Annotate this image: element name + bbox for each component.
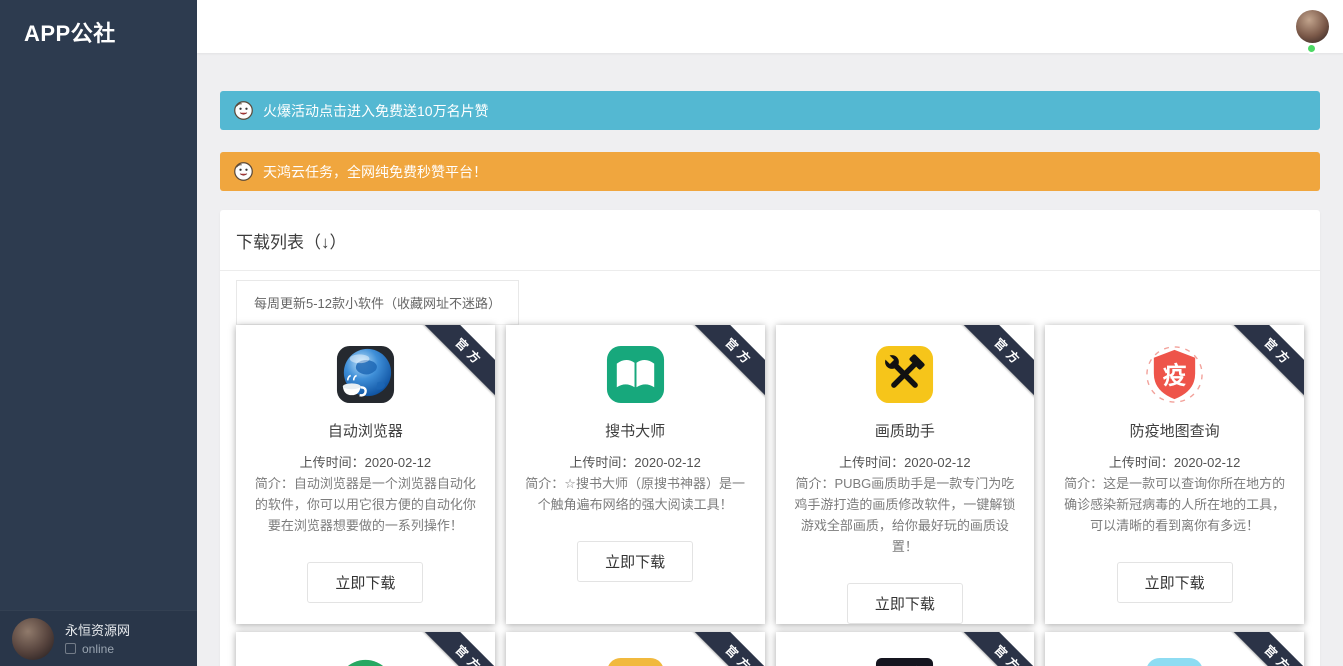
- dark-photo-icon: [873, 655, 936, 666]
- app-card: 官方 搜书大师 上传时间：2020-02-12 简介：☆搜书大师（原搜书神器）是…: [506, 325, 765, 624]
- amber-app-icon: [604, 655, 667, 666]
- green-circle-icon: [334, 655, 397, 666]
- app-name: 画质助手: [875, 420, 935, 441]
- blue-clouds-icon: [1143, 655, 1206, 666]
- notice-banner-orange[interactable]: 天鸿云任务，全网纯免费秒赞平台！: [220, 152, 1320, 191]
- status-label: online: [82, 642, 114, 656]
- app-description: 简介：自动浏览器是一个浏览器自动化的软件，你可以用它很方便的自动化你要在浏览器想…: [248, 473, 483, 536]
- app-card: 官方 疫 防疫地图查询 上传时间：2020-02-12 简介：这是一款可以查询你…: [1045, 325, 1304, 624]
- app-card: 官方: [776, 632, 1035, 666]
- app-card-grid: 官方 自动浏览器 上传时间：2020-02-12 简介：自动浏览器是一个浏览器自…: [236, 325, 1304, 624]
- green-book-icon: [604, 343, 667, 406]
- notice-banner-blue[interactable]: 火爆活动点击进入免费送10万名片赞: [220, 91, 1320, 130]
- official-ribbon: 官方: [416, 632, 494, 666]
- top-header: [197, 0, 1343, 53]
- app-card-grid-row2: 官方 官方 官方 官方: [236, 632, 1304, 666]
- download-button[interactable]: 立即下载: [577, 541, 693, 582]
- sidebar-user-footer[interactable]: 永恒资源网 online: [0, 610, 197, 666]
- app-upload-time: 上传时间：2020-02-12: [569, 452, 701, 471]
- content: 火爆活动点击进入免费送10万名片赞 天鸿云任务，全网纯免费秒赞平台！ 下载列表（…: [197, 53, 1343, 666]
- announce-sticker-icon: [233, 161, 254, 182]
- main-area: 火爆活动点击进入免费送10万名片赞 天鸿云任务，全网纯免费秒赞平台！ 下载列表（…: [197, 0, 1343, 666]
- app-description: 简介：PUBG画质助手是一款专门为吃鸡手游打造的画质修改软件，一键解锁游戏全部画…: [788, 473, 1023, 557]
- official-ribbon: 官方: [956, 325, 1034, 402]
- download-button[interactable]: 立即下载: [307, 562, 423, 603]
- svg-text:疫: 疫: [1163, 361, 1187, 389]
- sidebar: APP公社 永恒资源网 online: [0, 0, 197, 666]
- user-avatar[interactable]: [12, 618, 54, 660]
- official-ribbon: 官方: [686, 325, 764, 402]
- app-name: 防疫地图查询: [1130, 420, 1220, 441]
- app-card: 官方: [236, 632, 495, 666]
- app-card: 官方 画质助手 上传时间：2020-02-12 简介：PUBG画质助手是一款专门…: [776, 325, 1035, 624]
- panel-title: 下载列表（↓）: [220, 210, 1320, 271]
- banner-text: 天鸿云任务，全网纯免费秒赞平台！: [263, 162, 487, 182]
- app-upload-time: 上传时间：2020-02-12: [1109, 452, 1241, 471]
- yellow-tools-icon: [873, 343, 936, 406]
- official-ribbon: 官方: [1226, 632, 1304, 666]
- header-avatar[interactable]: [1296, 10, 1329, 43]
- download-button[interactable]: 立即下载: [847, 583, 963, 624]
- app-card: 官方: [506, 632, 765, 666]
- epidemic-shield-icon: 疫: [1143, 343, 1206, 406]
- app-description: 简介：☆搜书大师（原搜书神器）是一个触角遍布网络的强大阅读工具！: [518, 473, 753, 515]
- official-ribbon: 官方: [1226, 325, 1304, 402]
- official-ribbon: 官方: [686, 632, 764, 666]
- download-button[interactable]: 立即下载: [1117, 562, 1233, 603]
- app-upload-time: 上传时间：2020-02-12: [300, 452, 432, 471]
- browser-globe-icon: [334, 343, 397, 406]
- official-ribbon: 官方: [416, 325, 494, 402]
- online-badge-icon: [1306, 43, 1317, 54]
- download-list-panel: 下载列表（↓） 每周更新5-12款小软件（收藏网址不迷路） 官方 自动浏览器 上…: [220, 210, 1320, 666]
- tab-weekly-update[interactable]: 每周更新5-12款小软件（收藏网址不迷路）: [236, 280, 519, 325]
- app-card: 官方 自动浏览器 上传时间：2020-02-12 简介：自动浏览器是一个浏览器自…: [236, 325, 495, 624]
- app-name: 自动浏览器: [328, 420, 403, 441]
- user-name: 永恒资源网: [65, 622, 130, 639]
- app-name: 搜书大师: [605, 420, 665, 441]
- announce-sticker-icon: [233, 100, 254, 121]
- user-status: online: [65, 642, 130, 656]
- app-card: 官方: [1045, 632, 1304, 666]
- official-ribbon: 官方: [956, 632, 1034, 666]
- status-icon: [65, 643, 76, 654]
- app-description: 简介：这是一款可以查询你所在地方的确诊感染新冠病毒的人所在地的工具，可以清晰的看…: [1057, 473, 1292, 536]
- app-upload-time: 上传时间：2020-02-12: [839, 452, 971, 471]
- banner-text: 火爆活动点击进入免费送10万名片赞: [263, 101, 489, 121]
- app-title: APP公社: [0, 0, 197, 64]
